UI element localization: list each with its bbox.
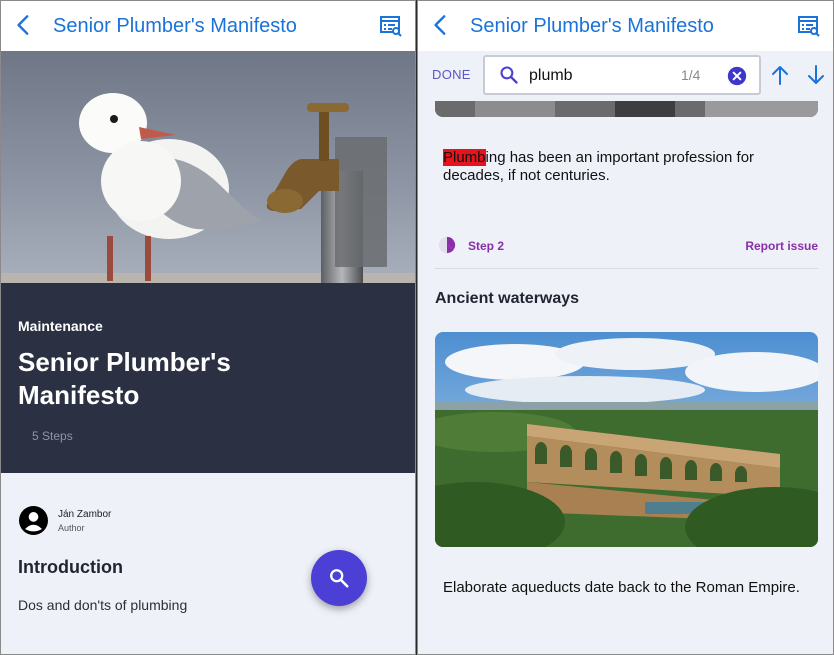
back-arrow-icon[interactable] bbox=[11, 12, 37, 38]
category-label: Maintenance bbox=[18, 318, 103, 334]
report-issue-link[interactable]: Report issue bbox=[745, 239, 818, 253]
introduction-text: Dos and don'ts of plumbing bbox=[18, 597, 188, 613]
guide-overview-panel: Senior Plumber's Manifesto Maintenance S… bbox=[0, 0, 416, 655]
find-search-box: 1/4 bbox=[483, 55, 761, 95]
step-paragraph-text: ing has been an important profession for… bbox=[443, 149, 755, 184]
search-highlight: Plumb bbox=[443, 149, 486, 166]
author-name: Ján Zambor bbox=[58, 509, 112, 520]
image-caption: Elaborate aqueducts date back to the Rom… bbox=[443, 579, 800, 596]
search-icon bbox=[500, 66, 518, 84]
app-title: Senior Plumber's Manifesto bbox=[470, 15, 714, 37]
avatar-icon bbox=[19, 506, 48, 535]
hero-image-seagull-faucet bbox=[1, 51, 415, 283]
divider bbox=[435, 268, 818, 269]
arrow-up-icon[interactable] bbox=[770, 64, 790, 86]
find-input[interactable] bbox=[529, 65, 669, 87]
previous-step-image bbox=[435, 101, 818, 117]
table-of-contents-icon[interactable] bbox=[797, 14, 821, 38]
clear-icon[interactable] bbox=[727, 66, 747, 86]
arrow-down-icon[interactable] bbox=[806, 64, 826, 86]
step-footer: Step 2 Report issue bbox=[438, 234, 818, 256]
guide-find-panel: Senior Plumber's Manifesto DONE 1/4 bbox=[417, 0, 834, 655]
find-in-page-bar: DONE 1/4 bbox=[418, 51, 833, 101]
step-label[interactable]: Step 2 bbox=[468, 239, 504, 253]
back-arrow-icon[interactable] bbox=[428, 12, 454, 38]
done-button[interactable]: DONE bbox=[432, 67, 471, 82]
aqueduct-image bbox=[435, 332, 818, 547]
table-of-contents-icon[interactable] bbox=[379, 14, 403, 38]
introduction-heading: Introduction bbox=[18, 557, 123, 577]
guide-title: Senior Plumber's Manifesto bbox=[18, 347, 231, 410]
app-bar: Senior Plumber's Manifesto bbox=[1, 1, 415, 51]
app-title: Senior Plumber's Manifesto bbox=[53, 15, 297, 37]
app-bar: Senior Plumber's Manifesto bbox=[418, 1, 833, 51]
search-icon bbox=[330, 569, 349, 588]
section-heading: Ancient waterways bbox=[435, 290, 580, 307]
hero-info-block: Maintenance Senior Plumber's Manifesto 5… bbox=[1, 283, 415, 473]
steps-count: 5 Steps bbox=[32, 429, 73, 443]
search-fab-button[interactable] bbox=[311, 550, 367, 606]
progress-pie-icon bbox=[438, 236, 456, 254]
author-role: Author bbox=[58, 523, 85, 533]
author-block[interactable]: Ján Zambor Author bbox=[19, 506, 219, 536]
step-paragraph: Plumbing has been an important professio… bbox=[443, 149, 803, 185]
match-count: 1/4 bbox=[681, 67, 701, 83]
